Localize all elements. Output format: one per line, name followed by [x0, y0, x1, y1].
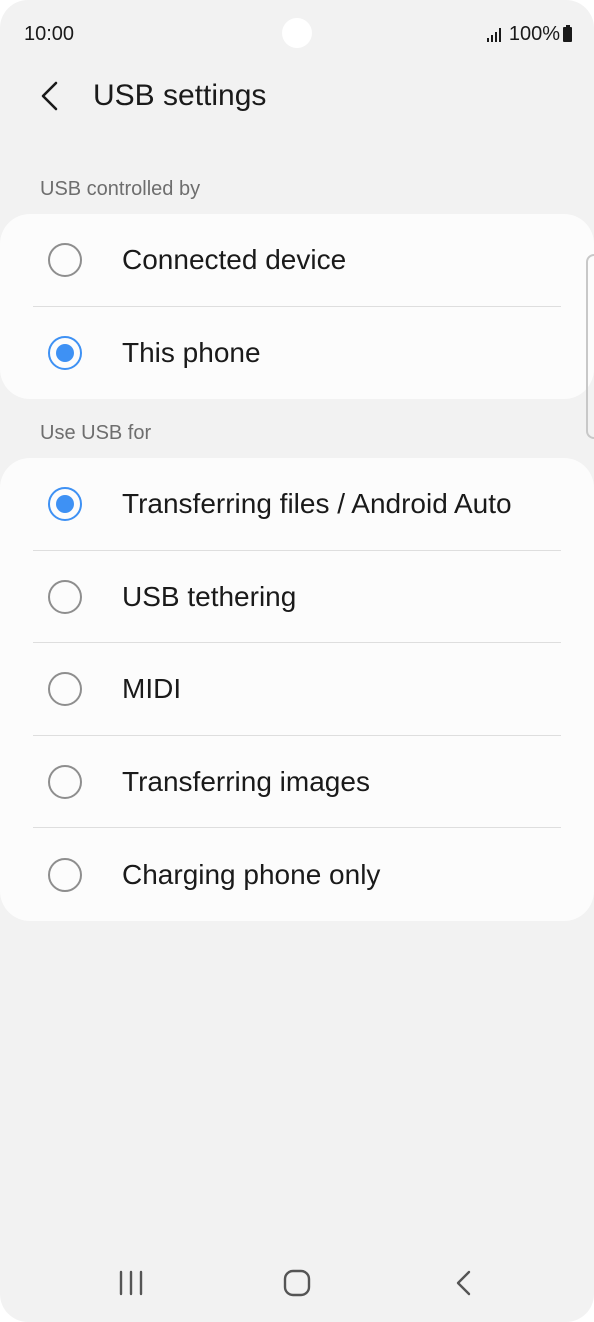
battery-icon: [563, 25, 572, 42]
phone-screen: 10:00 100% USB settings USB controlled b…: [0, 0, 594, 1322]
option-label: MIDI: [122, 673, 182, 705]
radio-midi[interactable]: [48, 672, 82, 707]
signal-icon: [486, 27, 503, 42]
app-header: USB settings: [0, 70, 594, 126]
back-button[interactable]: [30, 74, 74, 118]
section-label-use-usb-for: Use USB for: [40, 422, 152, 444]
home-icon: [283, 1269, 311, 1297]
option-label: Charging phone only: [122, 858, 381, 890]
home-button[interactable]: [267, 1260, 327, 1306]
page-title: USB settings: [93, 79, 267, 112]
option-connected-device[interactable]: Connected device: [0, 214, 594, 307]
recents-icon: [119, 1270, 143, 1296]
option-usb-tethering[interactable]: USB tethering: [0, 551, 594, 644]
option-charging-phone-only[interactable]: Charging phone only: [0, 828, 594, 921]
radio-transferring-files[interactable]: [48, 487, 82, 522]
status-bar: 10:00 100%: [0, 0, 594, 70]
option-label: Transferring images: [122, 766, 370, 798]
radio-transferring-images[interactable]: [48, 765, 82, 800]
option-this-phone[interactable]: This phone: [0, 307, 594, 400]
option-label: USB tethering: [122, 580, 297, 612]
back-arrow-icon: [41, 81, 58, 111]
usb-controlled-by-card: Connected device This phone: [0, 214, 594, 400]
option-transferring-images[interactable]: Transferring images: [0, 736, 594, 829]
use-usb-for-card: Transferring files / Android Auto USB te…: [0, 458, 594, 921]
scroll-indicator[interactable]: [586, 254, 594, 439]
option-label: This phone: [122, 336, 261, 368]
status-time: 10:00: [24, 23, 75, 45]
radio-charging-phone-only[interactable]: [48, 857, 82, 892]
navigation-bar: [0, 1250, 594, 1316]
nav-back-button[interactable]: [434, 1260, 494, 1306]
status-indicators: 100%: [486, 23, 572, 46]
option-transferring-files[interactable]: Transferring files / Android Auto: [0, 458, 594, 551]
option-label: Connected device: [122, 244, 347, 276]
option-label: Transferring files / Android Auto: [122, 488, 512, 520]
back-icon: [456, 1270, 471, 1296]
recents-button[interactable]: [101, 1260, 161, 1306]
radio-connected-device[interactable]: [48, 243, 82, 278]
section-label-usb-controlled-by: USB controlled by: [40, 178, 201, 200]
battery-percent: 100%: [508, 23, 560, 45]
radio-usb-tethering[interactable]: [48, 579, 82, 614]
camera-cutout: [282, 18, 312, 48]
radio-this-phone[interactable]: [48, 335, 82, 370]
option-midi[interactable]: MIDI: [0, 643, 594, 736]
